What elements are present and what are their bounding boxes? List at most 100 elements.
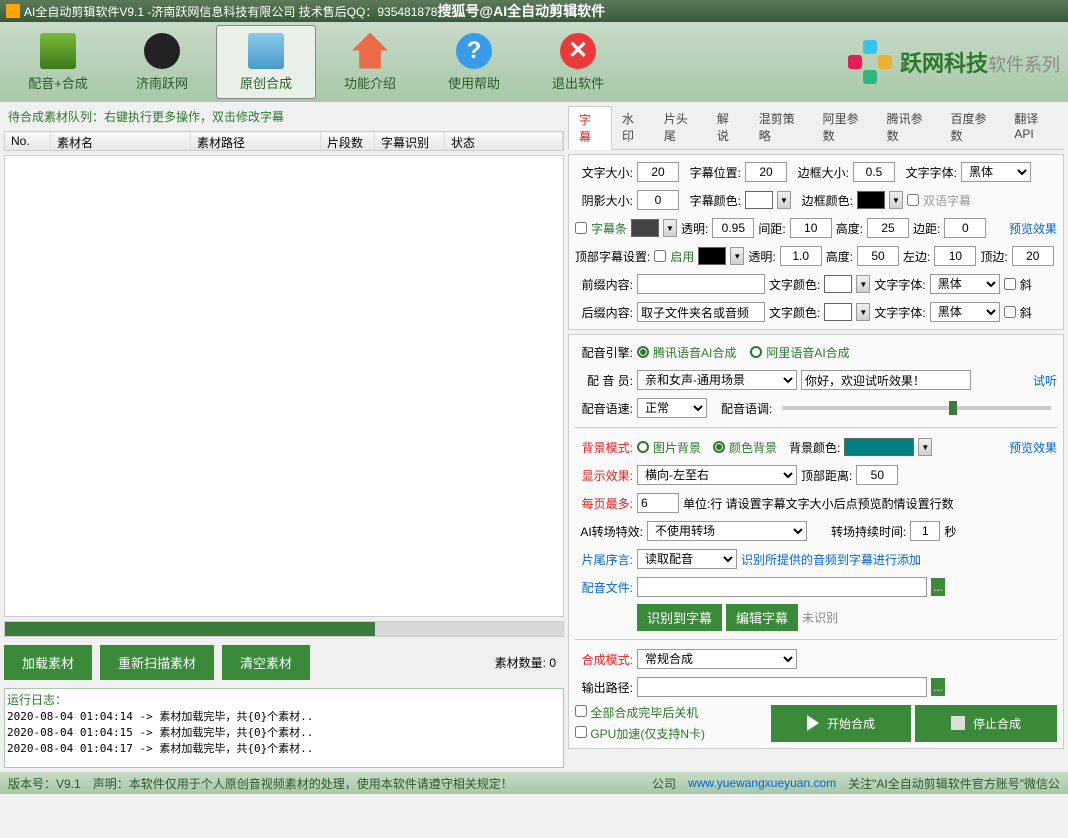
display-select[interactable]: 横向-左至右: [637, 465, 797, 485]
border-size-input[interactable]: [853, 162, 895, 182]
top-left-input[interactable]: [934, 246, 976, 266]
h-scrollbar[interactable]: [4, 621, 564, 637]
material-table[interactable]: [4, 155, 564, 617]
pitch-slider[interactable]: [782, 406, 1051, 410]
clear-button[interactable]: 清空素材: [222, 645, 310, 680]
preview-link[interactable]: 预览效果: [1009, 439, 1057, 456]
top-color[interactable]: [698, 247, 726, 265]
dropdown-icon[interactable]: ▼: [663, 219, 677, 237]
company-url[interactable]: www.yuewangxueyuan.com: [688, 776, 836, 790]
suffix-input[interactable]: [637, 302, 765, 322]
prefix-input[interactable]: [637, 274, 765, 294]
shadow-input[interactable]: [637, 190, 679, 210]
play-icon: [807, 715, 819, 731]
prefix-italic[interactable]: [1004, 278, 1016, 290]
col-path[interactable]: 素材路径: [191, 132, 321, 150]
tab-tencent[interactable]: 腾讯参数: [877, 106, 941, 149]
col-status[interactable]: 状态: [445, 132, 563, 150]
mode-select[interactable]: 常规合成: [637, 649, 797, 669]
top-alpha-input[interactable]: [780, 246, 822, 266]
tab-mix[interactable]: 混剪策略: [749, 106, 813, 149]
suffix-font[interactable]: 黑体: [930, 302, 1000, 322]
top-height-input[interactable]: [857, 246, 899, 266]
title-text: AI全自动剪辑软件V9.1 -济南跃网信息科技有限公司 技术售后QQ：93548…: [24, 3, 437, 20]
dropdown-icon[interactable]: ▼: [856, 275, 870, 293]
tb-original-compose[interactable]: 原创合成: [216, 25, 316, 99]
height-input[interactable]: [867, 218, 909, 238]
gap-input[interactable]: [790, 218, 832, 238]
topdist-input[interactable]: [856, 465, 898, 485]
app-icon: [6, 4, 20, 18]
col-segments[interactable]: 片段数: [321, 132, 375, 150]
gpu-check[interactable]: [575, 726, 587, 738]
subtitle-pos-input[interactable]: [745, 162, 787, 182]
browse-output-button[interactable]: ...: [931, 678, 945, 696]
tail-select[interactable]: 读取配音: [637, 549, 737, 569]
bilingual-check[interactable]: [907, 194, 919, 206]
tb-exit[interactable]: ✕退出软件: [528, 25, 628, 99]
rescan-button[interactable]: 重新扫描素材: [100, 645, 214, 680]
brand-logo-icon: [848, 40, 892, 84]
dropdown-icon[interactable]: ▼: [777, 191, 791, 209]
col-no[interactable]: No.: [5, 132, 51, 150]
edge-input[interactable]: [944, 218, 986, 238]
col-name[interactable]: 素材名: [51, 132, 191, 150]
suffix-color[interactable]: [824, 303, 852, 321]
prefix-font[interactable]: 黑体: [930, 274, 1000, 294]
font-size-input[interactable]: [637, 162, 679, 182]
engine-ali-radio[interactable]: [750, 346, 762, 358]
voice-select[interactable]: 亲和女声-通用场景: [637, 370, 797, 390]
tab-ali[interactable]: 阿里参数: [813, 106, 877, 149]
preview-link[interactable]: 预览效果: [1009, 220, 1057, 237]
tab-headtail[interactable]: 片头尾: [654, 106, 707, 149]
alpha-input[interactable]: [712, 218, 754, 238]
border-color[interactable]: [857, 191, 885, 209]
close-icon: ✕: [560, 33, 596, 69]
top-enable-check[interactable]: [654, 250, 666, 262]
help-icon: ?: [456, 33, 492, 69]
bg-color-box[interactable]: [844, 438, 914, 456]
bg-color-radio[interactable]: [713, 441, 725, 453]
tab-subtitle[interactable]: 字幕: [568, 106, 612, 150]
tb-audio-compose[interactable]: 配音+合成: [8, 25, 108, 99]
dropdown-icon[interactable]: ▼: [889, 191, 903, 209]
stop-button[interactable]: 停止合成: [915, 705, 1057, 742]
tb-jinan[interactable]: 济南跃网: [112, 25, 212, 99]
tab-watermark[interactable]: 水印: [612, 106, 654, 149]
bar-check[interactable]: [575, 222, 587, 234]
tb-help[interactable]: ?使用帮助: [424, 25, 524, 99]
maxrow-input[interactable]: [637, 493, 679, 513]
speed-select[interactable]: 正常: [637, 398, 707, 418]
output-path-input[interactable]: [637, 677, 927, 697]
load-material-button[interactable]: 加载素材: [4, 645, 92, 680]
bar-color[interactable]: [631, 219, 659, 237]
dropdown-icon[interactable]: ▼: [730, 247, 744, 265]
col-subtitle[interactable]: 字幕识别: [375, 132, 445, 150]
dropdown-icon[interactable]: ▼: [856, 303, 870, 321]
edit-subtitle-button[interactable]: 编辑字幕: [726, 604, 798, 631]
engine-tencent-radio[interactable]: [637, 346, 649, 358]
tab-baidu[interactable]: 百度参数: [940, 106, 1004, 149]
start-button[interactable]: 开始合成: [771, 705, 911, 742]
tab-narration[interactable]: 解说: [707, 106, 749, 149]
tb-features[interactable]: 功能介绍: [320, 25, 420, 99]
shutdown-check[interactable]: [575, 705, 587, 717]
dropdown-icon[interactable]: ▼: [918, 438, 932, 456]
statusbar: 版本号：V9.1 声明：本软件仅用于个人原创音视频素材的处理，使用本软件请遵守相…: [0, 772, 1068, 794]
tab-translate[interactable]: 翻译API: [1004, 106, 1064, 149]
recognize-button[interactable]: 识别到字幕: [637, 604, 722, 631]
top-margin-input[interactable]: [1012, 246, 1054, 266]
material-count: 素材数量: 0: [495, 654, 564, 671]
sample-input[interactable]: [801, 370, 971, 390]
subtitle-color[interactable]: [745, 191, 773, 209]
browse-button[interactable]: ...: [931, 578, 945, 596]
suffix-italic[interactable]: [1004, 306, 1016, 318]
bg-image-radio[interactable]: [637, 441, 649, 453]
font-select[interactable]: 黑体: [961, 162, 1031, 182]
audio-path-input[interactable]: [637, 577, 927, 597]
transition-select[interactable]: 不使用转场: [647, 521, 807, 541]
duration-input[interactable]: [910, 521, 940, 541]
settings-tabs: 字幕 水印 片头尾 解说 混剪策略 阿里参数 腾讯参数 百度参数 翻译API: [568, 106, 1064, 150]
test-link[interactable]: 试听: [1033, 372, 1057, 389]
prefix-color[interactable]: [824, 275, 852, 293]
